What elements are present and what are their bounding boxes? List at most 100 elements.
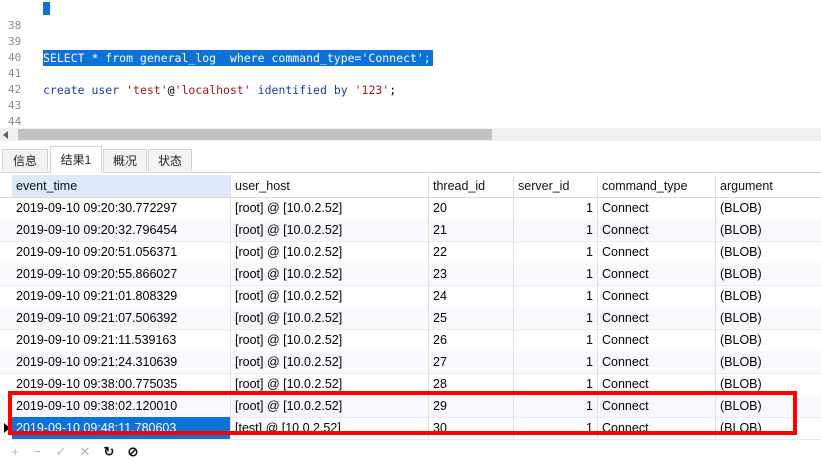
- table-row[interactable]: 2019-09-10 09:21:01.808329 [root] @ [10.0…: [0, 285, 821, 308]
- cell-user-host[interactable]: [root] @ [10.0.2.52]: [231, 197, 429, 219]
- cell-argument[interactable]: (BLOB): [716, 395, 821, 417]
- cell-server-id[interactable]: 1: [514, 417, 598, 439]
- editor-line[interactable]: 38: [0, 2, 821, 32]
- refresh-icon[interactable]: ↻: [100, 444, 118, 460]
- editor-line-selected[interactable]: 39 SELECT * from general_log where comma…: [0, 18, 821, 66]
- cell-server-id[interactable]: 1: [514, 329, 598, 351]
- cell-command-type[interactable]: Connect: [598, 285, 716, 307]
- cell-user-host[interactable]: [root] @ [10.0.2.52]: [231, 263, 429, 285]
- cell-argument[interactable]: (BLOB): [716, 351, 821, 373]
- column-header-user-host[interactable]: user_host: [231, 175, 429, 197]
- cell-argument[interactable]: (BLOB): [716, 307, 821, 329]
- table-row[interactable]: 2019-09-10 09:20:55.866027 [root] @ [10.0…: [0, 263, 821, 286]
- cell-server-id[interactable]: 1: [514, 395, 598, 417]
- cell-thread-id[interactable]: 25: [429, 307, 514, 329]
- cell-user-host[interactable]: [root] @ [10.0.2.52]: [231, 219, 429, 241]
- cell-thread-id[interactable]: 28: [429, 373, 514, 395]
- minus-icon[interactable]: −: [28, 444, 46, 460]
- editor-line[interactable]: 40: [0, 34, 821, 64]
- cell-thread-id[interactable]: 22: [429, 241, 514, 263]
- cell-thread-id[interactable]: 24: [429, 285, 514, 307]
- cell-thread-id[interactable]: 29: [429, 395, 514, 417]
- cell-command-type[interactable]: Connect: [598, 329, 716, 351]
- cell-command-type[interactable]: Connect: [598, 351, 716, 373]
- table-row[interactable]: 2019-09-10 09:20:32.796454 [root] @ [10.0…: [0, 219, 821, 242]
- cell-server-id[interactable]: 1: [514, 285, 598, 307]
- cell-command-type[interactable]: Connect: [598, 241, 716, 263]
- cell-thread-id[interactable]: 21: [429, 219, 514, 241]
- check-icon[interactable]: ✓: [52, 444, 70, 460]
- cell-command-type[interactable]: Connect: [598, 197, 716, 219]
- cell-thread-id[interactable]: 26: [429, 329, 514, 351]
- cell-command-type[interactable]: Connect: [598, 219, 716, 241]
- cell-event-time[interactable]: 2019-09-10 09:20:30.772297: [12, 197, 231, 219]
- cell-argument[interactable]: (BLOB): [716, 329, 821, 351]
- cell-user-host[interactable]: [root] @ [10.0.2.52]: [231, 373, 429, 395]
- cell-event-time[interactable]: 2019-09-10 09:21:11.539163: [12, 329, 231, 351]
- cell-argument[interactable]: (BLOB): [716, 263, 821, 285]
- column-header-event-time[interactable]: event_time: [12, 175, 231, 197]
- cell-event-time[interactable]: 2019-09-10 09:48:11.780603: [12, 417, 231, 439]
- result-grid[interactable]: event_time user_host thread_id server_id…: [0, 175, 821, 440]
- table-row[interactable]: 2019-09-10 09:38:00.775035 [root] @ [10.0…: [0, 373, 821, 396]
- cell-user-host[interactable]: [root] @ [10.0.2.52]: [231, 351, 429, 373]
- cell-command-type[interactable]: Connect: [598, 307, 716, 329]
- cell-user-host[interactable]: [root] @ [10.0.2.52]: [231, 241, 429, 263]
- table-row[interactable]: 2019-09-10 09:20:30.772297 [root] @ [10.0…: [0, 197, 821, 220]
- tab-result1[interactable]: 结果1: [50, 146, 102, 173]
- cell-event-time[interactable]: 2019-09-10 09:20:55.866027: [12, 263, 231, 285]
- cell-argument[interactable]: (BLOB): [716, 219, 821, 241]
- editor-horizontal-scrollbar[interactable]: [0, 128, 821, 141]
- cell-command-type[interactable]: Connect: [598, 373, 716, 395]
- cell-user-host[interactable]: [root] @ [10.0.2.52]: [231, 329, 429, 351]
- cell-argument[interactable]: (BLOB): [716, 241, 821, 263]
- cell-thread-id[interactable]: 27: [429, 351, 514, 373]
- cell-thread-id[interactable]: 30: [429, 417, 514, 439]
- cell-thread-id[interactable]: 23: [429, 263, 514, 285]
- cell-user-host[interactable]: [root] @ [10.0.2.52]: [231, 395, 429, 417]
- cell-server-id[interactable]: 1: [514, 219, 598, 241]
- table-row[interactable]: 2019-09-10 09:20:51.056371 [root] @ [10.0…: [0, 241, 821, 264]
- cell-command-type[interactable]: Connect: [598, 417, 716, 439]
- tab-status[interactable]: 状态: [148, 149, 192, 171]
- editor-line[interactable]: 42: [0, 66, 821, 96]
- tab-info[interactable]: 信息: [2, 149, 48, 171]
- cell-thread-id[interactable]: 20: [429, 197, 514, 219]
- cell-event-time[interactable]: 2019-09-10 09:20:51.056371: [12, 241, 231, 263]
- table-row[interactable]: 2019-09-10 09:38:02.120010 [root] @ [10.0…: [0, 395, 821, 418]
- cell-event-time[interactable]: 2019-09-10 09:38:00.775035: [12, 373, 231, 395]
- editor-line[interactable]: 41 create user 'test'@'localhost' identi…: [0, 50, 821, 97]
- sql-editor[interactable]: 38 39 SELECT * from general_log where co…: [0, 0, 821, 128]
- stop-icon[interactable]: ⊘: [124, 444, 142, 460]
- cell-argument[interactable]: (BLOB): [716, 373, 821, 395]
- column-header-command-type[interactable]: command_type: [598, 175, 716, 197]
- cell-server-id[interactable]: 1: [514, 263, 598, 285]
- cell-event-time[interactable]: 2019-09-10 09:21:01.808329: [12, 285, 231, 307]
- column-header-thread-id[interactable]: thread_id: [429, 175, 514, 197]
- cell-argument[interactable]: (BLOB): [716, 417, 821, 439]
- column-header-argument[interactable]: argument: [716, 175, 821, 197]
- cell-command-type[interactable]: Connect: [598, 263, 716, 285]
- cell-user-host[interactable]: [root] @ [10.0.2.52]: [231, 307, 429, 329]
- cell-event-time[interactable]: 2019-09-10 09:21:07.506392: [12, 307, 231, 329]
- table-row[interactable]: 2019-09-10 09:21:24.310639 [root] @ [10.0…: [0, 351, 821, 374]
- scrollbar-thumb[interactable]: [18, 129, 492, 140]
- cell-argument[interactable]: (BLOB): [716, 197, 821, 219]
- scroll-left-icon[interactable]: [3, 131, 8, 139]
- editor-line[interactable]: 44: [0, 98, 821, 128]
- cell-user-host[interactable]: [root] @ [10.0.2.52]: [231, 285, 429, 307]
- cell-server-id[interactable]: 1: [514, 373, 598, 395]
- cell-user-host[interactable]: [test] @ [10.0.2.52]: [231, 417, 429, 439]
- cell-command-type[interactable]: Connect: [598, 395, 716, 417]
- cell-event-time[interactable]: 2019-09-10 09:38:02.120010: [12, 395, 231, 417]
- editor-line[interactable]: 43: [0, 82, 821, 112]
- cell-server-id[interactable]: 1: [514, 241, 598, 263]
- cell-server-id[interactable]: 1: [514, 351, 598, 373]
- table-row[interactable]: 2019-09-10 09:21:07.506392 [root] @ [10.0…: [0, 307, 821, 330]
- table-row[interactable]: 2019-09-10 09:48:11.780603 [test] @ [10.0…: [0, 417, 821, 440]
- column-header-server-id[interactable]: server_id: [514, 175, 598, 197]
- plus-icon[interactable]: +: [6, 444, 24, 460]
- cell-event-time[interactable]: 2019-09-10 09:21:24.310639: [12, 351, 231, 373]
- cross-icon[interactable]: ✕: [76, 444, 94, 460]
- cell-server-id[interactable]: 1: [514, 197, 598, 219]
